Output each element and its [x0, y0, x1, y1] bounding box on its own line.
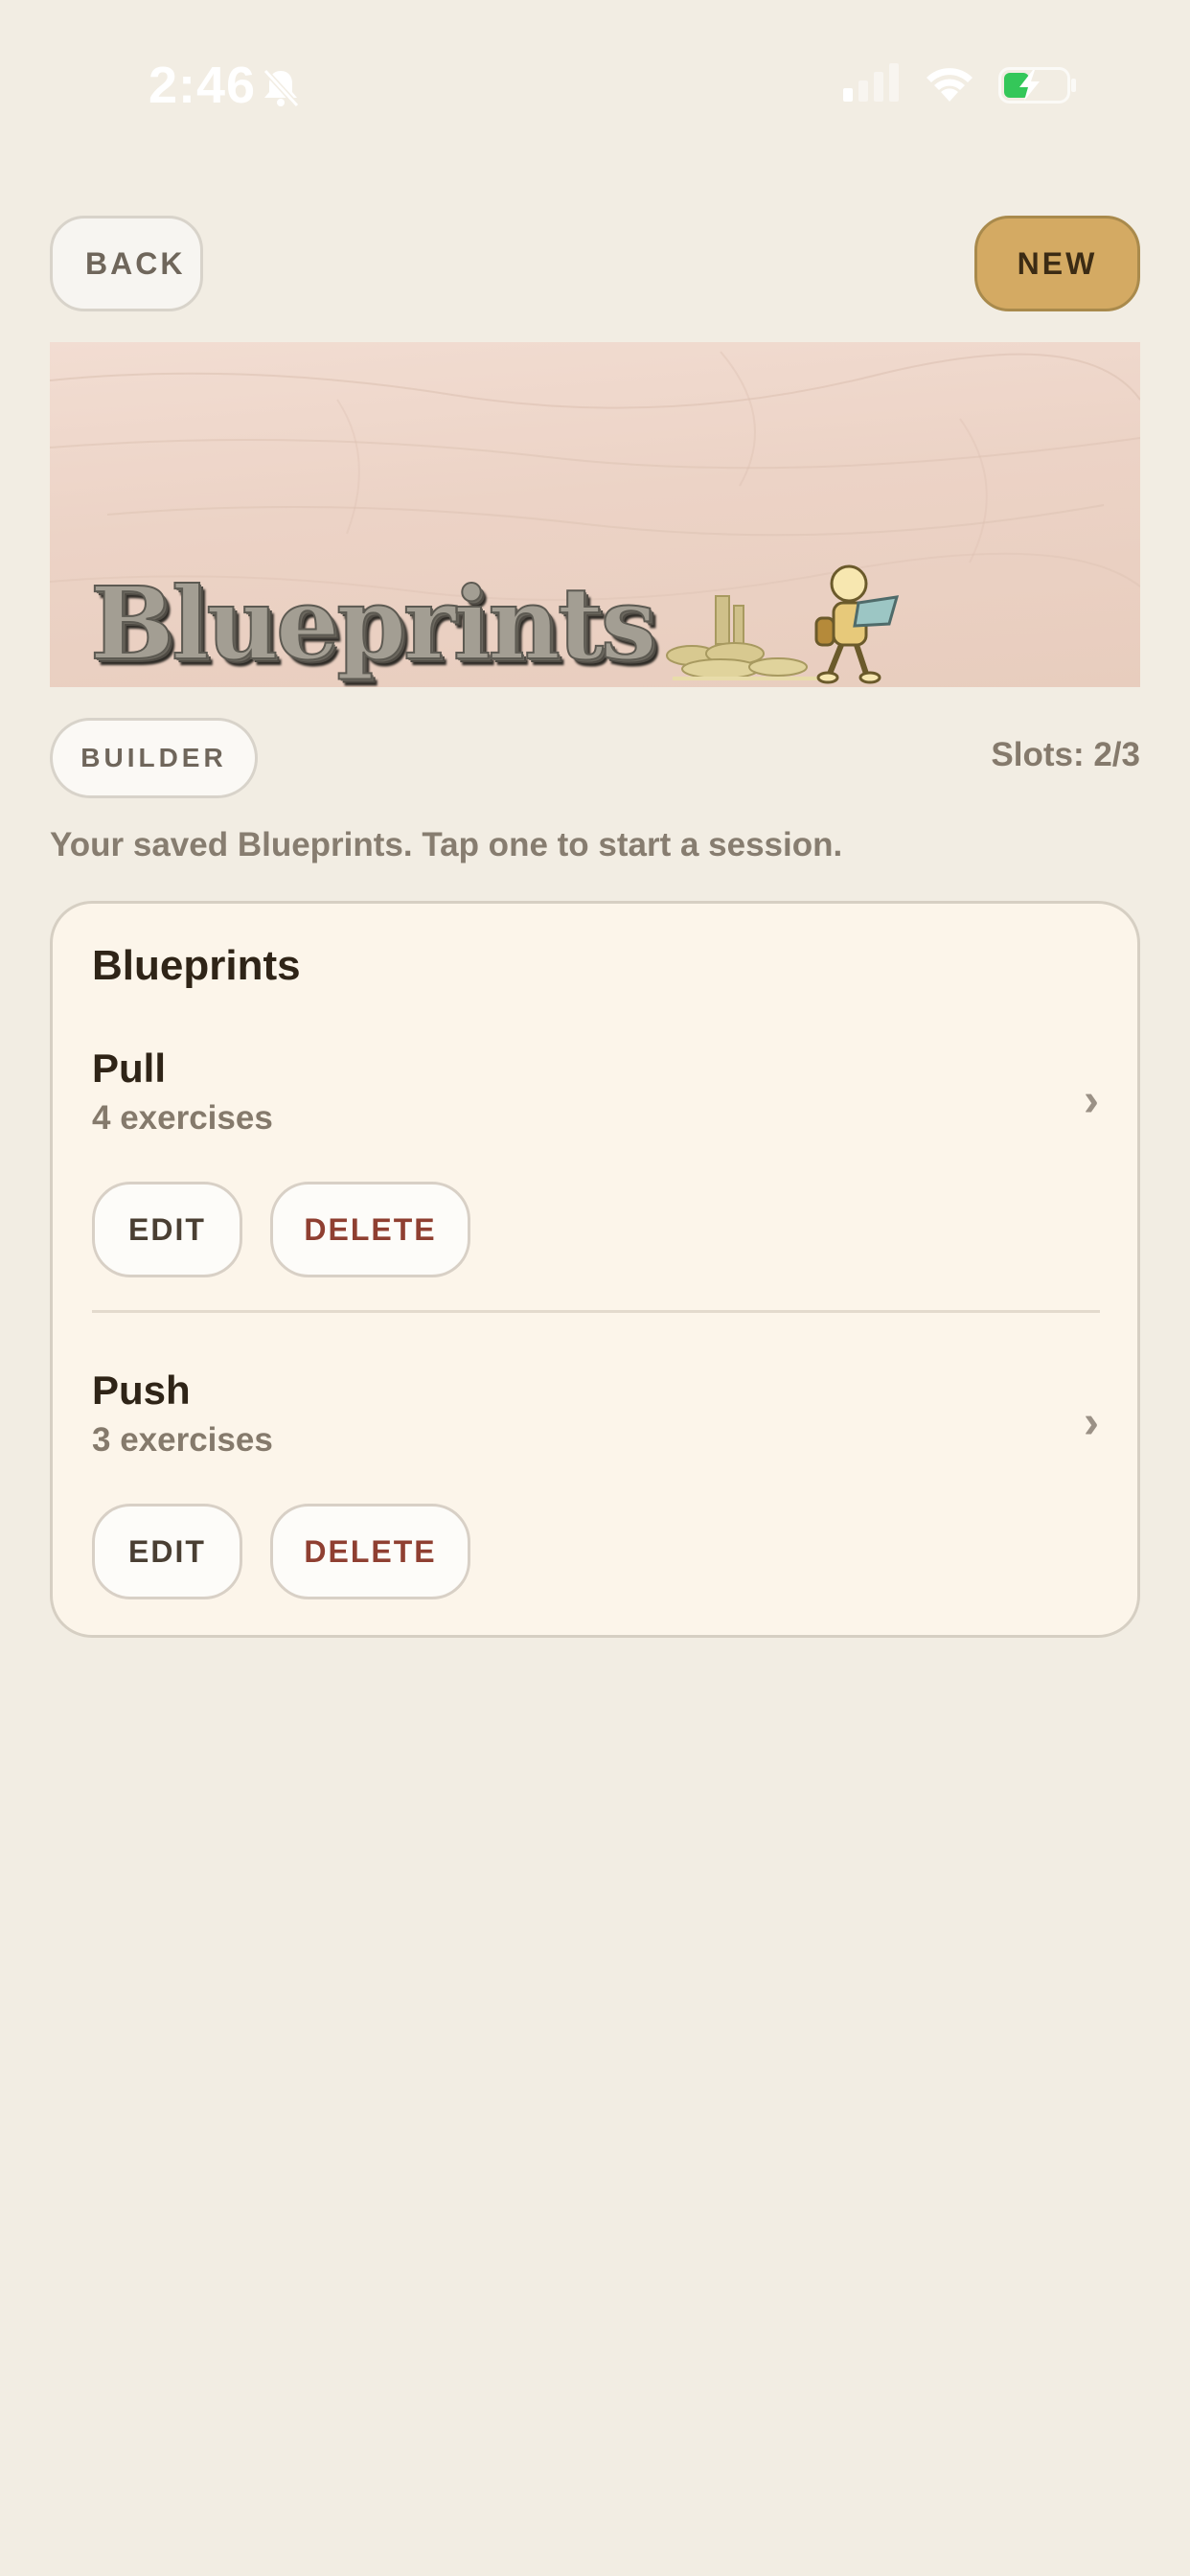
wifi-icon [927, 68, 973, 102]
back-button[interactable]: BACK [50, 216, 203, 311]
delete-button[interactable]: DELETE [270, 1182, 470, 1277]
delete-button[interactable]: DELETE [270, 1504, 470, 1599]
blueprints-card: Blueprints Pull 4 exercises › EDIT DELET… [50, 901, 1140, 1638]
chevron-right-icon[interactable]: › [1084, 1396, 1099, 1449]
blueprint-name: Pull [92, 1046, 167, 1091]
blueprint-exercise-count: 3 exercises [92, 1421, 273, 1459]
banner-title: Blueprints [89, 564, 657, 683]
blueprint-exercise-count: 4 exercises [92, 1099, 273, 1137]
slots-count: Slots: 2/3 [991, 736, 1140, 773]
blueprint-item-pull[interactable]: Pull 4 exercises › EDIT DELETE [53, 1046, 1137, 1333]
blueprint-name: Push [92, 1368, 191, 1413]
status-bar: 2:46 [0, 0, 1190, 172]
status-time: 2:46 [149, 57, 257, 114]
edit-button[interactable]: EDIT [92, 1504, 242, 1599]
explorer-illustration [814, 564, 900, 684]
blueprints-banner: Blueprints [50, 342, 1140, 687]
blueprint-item-push[interactable]: Push 3 exercises › EDIT DELETE [53, 1368, 1137, 1655]
new-blueprint-button[interactable]: NEW [974, 216, 1140, 311]
bell-slash-icon [263, 68, 300, 108]
page-description: Your saved Blueprints. Tap one to start … [50, 826, 843, 863]
divider [92, 1310, 1100, 1313]
builder-mode-badge: BUILDER [50, 718, 258, 798]
cellular-signal-icon [843, 63, 899, 102]
battery-charging-icon [998, 67, 1076, 104]
edit-button[interactable]: EDIT [92, 1182, 242, 1277]
card-title: Blueprints [92, 942, 301, 989]
chevron-right-icon[interactable]: › [1084, 1074, 1099, 1127]
